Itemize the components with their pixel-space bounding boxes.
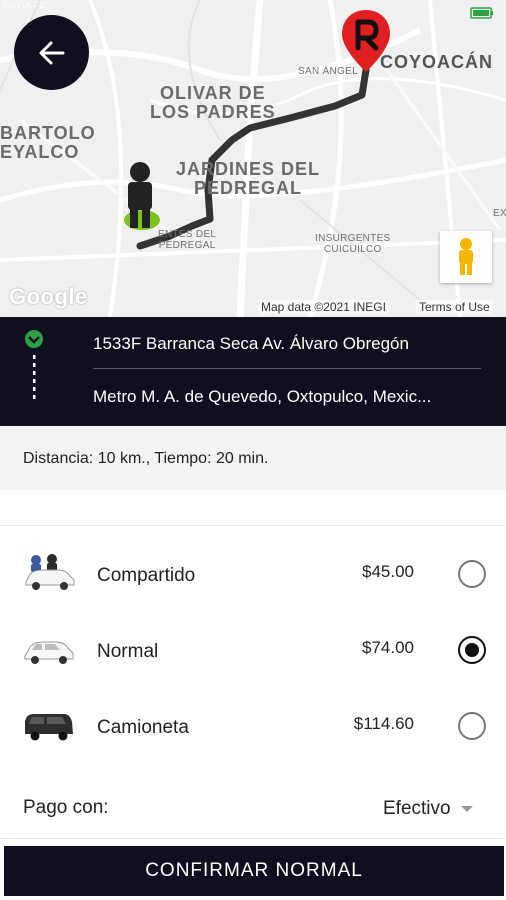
origin-person-icon <box>124 162 160 230</box>
payment-method-value: Efectivo <box>383 798 451 819</box>
map-label-bartolo: BARTOLO EYALCO <box>0 123 96 162</box>
destination-address[interactable]: Metro M. A. de Quevedo, Oxtopulco, Mexic… <box>93 387 478 407</box>
option-name: Compartido <box>97 565 196 586</box>
option-normal[interactable]: Normal $74.00 <box>0 616 506 686</box>
option-name: Camioneta <box>97 717 189 738</box>
van-icon <box>25 714 73 741</box>
chevron-down-icon <box>460 806 473 812</box>
option-price: $74.00 <box>362 638 414 657</box>
option-name: Normal <box>97 641 159 662</box>
option-camioneta[interactable]: Camioneta $114.60 <box>0 692 506 762</box>
payment-divider <box>0 838 506 839</box>
map-label-insurgentes: INSURGENTES CUICUILCO <box>315 233 391 255</box>
status-bar-carrier: SANTA FE <box>2 0 45 10</box>
option-price: $45.00 <box>362 562 414 581</box>
map-label-ex: EX <box>493 208 506 219</box>
map-label-coyoacan: COYOACÁN <box>380 52 494 72</box>
street-view-button[interactable] <box>440 231 492 283</box>
route-connector-icon <box>25 330 43 399</box>
confirm-button[interactable]: CONFIRMAR NORMAL <box>4 846 504 896</box>
route-map[interactable]: SANTA FE BARTOLO EYALCO OLIVAR DE LOS PA… <box>0 0 506 317</box>
address-divider <box>93 368 481 369</box>
trip-summary: Distancia: 10 km., Tiempo: 20 min. <box>23 450 269 467</box>
arrow-left-icon <box>39 41 64 64</box>
option-compartido[interactable]: Compartido $45.00 <box>0 540 506 610</box>
destination-pin-icon <box>342 10 390 72</box>
sedan-icon <box>24 641 74 664</box>
option-price: $114.60 <box>353 714 414 733</box>
map-label-jardines: JARDINES DEL PEDREGAL <box>176 159 321 198</box>
payment-row: Pago con: Efectivo <box>0 785 506 833</box>
map-label-olivar: OLIVAR DE LOS PADRES <box>150 83 276 122</box>
option-radio[interactable] <box>458 560 486 588</box>
section-divider <box>0 525 506 526</box>
payment-label: Pago con: <box>23 797 109 818</box>
payment-method-dropdown[interactable]: Efectivo <box>383 795 473 823</box>
route-panel: 1533F Barranca Seca Av. Álvaro Obregón M… <box>0 317 506 426</box>
battery-icon <box>470 7 493 19</box>
map-data-attribution: Map data ©2021 INEGI <box>258 300 389 314</box>
pegman-icon <box>459 238 473 275</box>
option-radio[interactable] <box>458 712 486 740</box>
google-logo: Google <box>9 284 88 309</box>
option-radio-selected[interactable] <box>458 636 486 664</box>
back-button[interactable] <box>14 15 89 90</box>
terms-of-use-link[interactable]: Terms of Use <box>416 300 493 314</box>
origin-address[interactable]: 1533F Barranca Seca Av. Álvaro Obregón <box>93 334 478 354</box>
shared-car-icon <box>25 554 75 590</box>
trip-info-bar: Distancia: 10 km., Tiempo: 20 min. <box>0 426 506 490</box>
